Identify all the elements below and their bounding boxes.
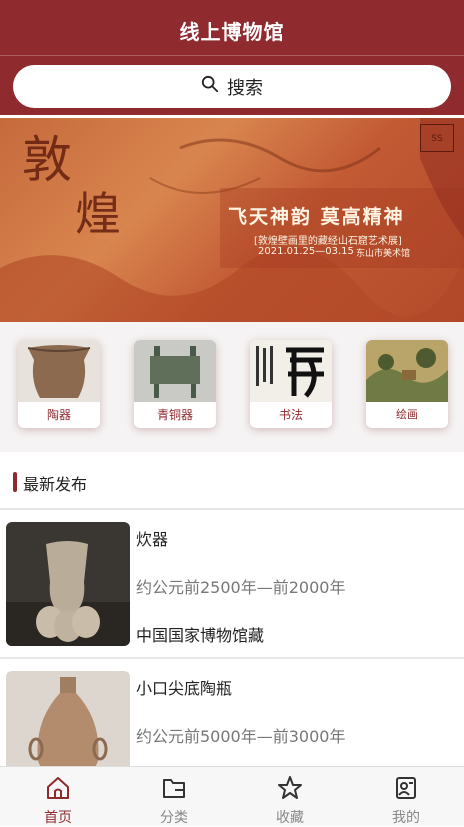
category-label: 青铜器 xyxy=(156,408,193,422)
search-label: 搜索 xyxy=(227,77,263,99)
category-label: 陶器 xyxy=(46,408,71,422)
exhibition-logo-icon: SS xyxy=(420,124,454,152)
banner-character-1: 敦 xyxy=(22,131,72,189)
tab-label: 收藏 xyxy=(276,810,304,826)
banner-venue: 东山市美术馆 xyxy=(356,249,411,259)
tab-label: 我的 xyxy=(392,810,420,826)
artifact-era: 约公元前5000年—前3000年 xyxy=(136,727,346,746)
header-divider xyxy=(0,55,464,56)
section-accent-bar xyxy=(13,472,17,492)
tab-label: 首页 xyxy=(44,810,72,826)
category-calligraphy[interactable]: 书法 xyxy=(250,340,332,428)
tab-category[interactable]: 分类 xyxy=(116,767,232,827)
tab-home[interactable]: 首页 xyxy=(0,767,116,827)
artifact-era: 约公元前2500年—前2000年 xyxy=(136,578,346,597)
app-header: 线上博物馆 搜索 xyxy=(0,0,464,115)
banner-headline: 飞天神韵 莫高精神 xyxy=(228,206,405,228)
category-pottery[interactable]: 陶器 xyxy=(18,340,100,428)
category-painting[interactable]: 绘画 xyxy=(366,340,448,428)
artifact-name: 炊器 xyxy=(136,530,169,549)
banner-carousel[interactable]: 敦 煌 SS 飞天神韵 莫高精神 [敦煌壁画里的藏经山石窟艺术展] 2021.0… xyxy=(0,118,464,322)
category-grid: 陶器 青铜器 书法 绘画 xyxy=(0,322,464,452)
pottery-image xyxy=(18,340,100,402)
search-bar[interactable]: 搜索 xyxy=(13,65,451,108)
artifact-thumbnail xyxy=(6,522,130,646)
section-title: 最新发布 xyxy=(23,475,88,494)
tab-favorites[interactable]: 收藏 xyxy=(232,767,348,827)
bottom-tab-bar: 首页 分类 收藏 我的 xyxy=(0,766,464,826)
artifact-name: 小口尖底陶瓶 xyxy=(136,679,233,698)
category-label: 书法 xyxy=(278,408,303,422)
search-icon xyxy=(201,75,219,98)
category-bronze[interactable]: 青铜器 xyxy=(134,340,216,428)
category-label: 绘画 xyxy=(396,408,418,421)
artifact-collection: 中国国家博物馆藏 xyxy=(136,626,265,645)
calligraphy-image xyxy=(250,340,332,402)
tab-profile[interactable]: 我的 xyxy=(348,767,464,827)
painting-image xyxy=(366,340,448,402)
list-item[interactable]: 炊器 约公元前2500年—前2000年 中国国家博物馆藏 xyxy=(0,510,464,656)
bronze-image xyxy=(134,340,216,402)
page-title: 线上博物馆 xyxy=(179,20,285,44)
banner-subline: [敦煌壁画里的藏经山石窟艺术展] xyxy=(254,236,402,247)
banner-character-2: 煌 xyxy=(75,187,121,241)
latest-section-header: 最新发布 xyxy=(0,462,464,502)
tab-label: 分类 xyxy=(160,810,188,826)
banner-dates: 2021.01.25—03.15 xyxy=(258,246,354,257)
